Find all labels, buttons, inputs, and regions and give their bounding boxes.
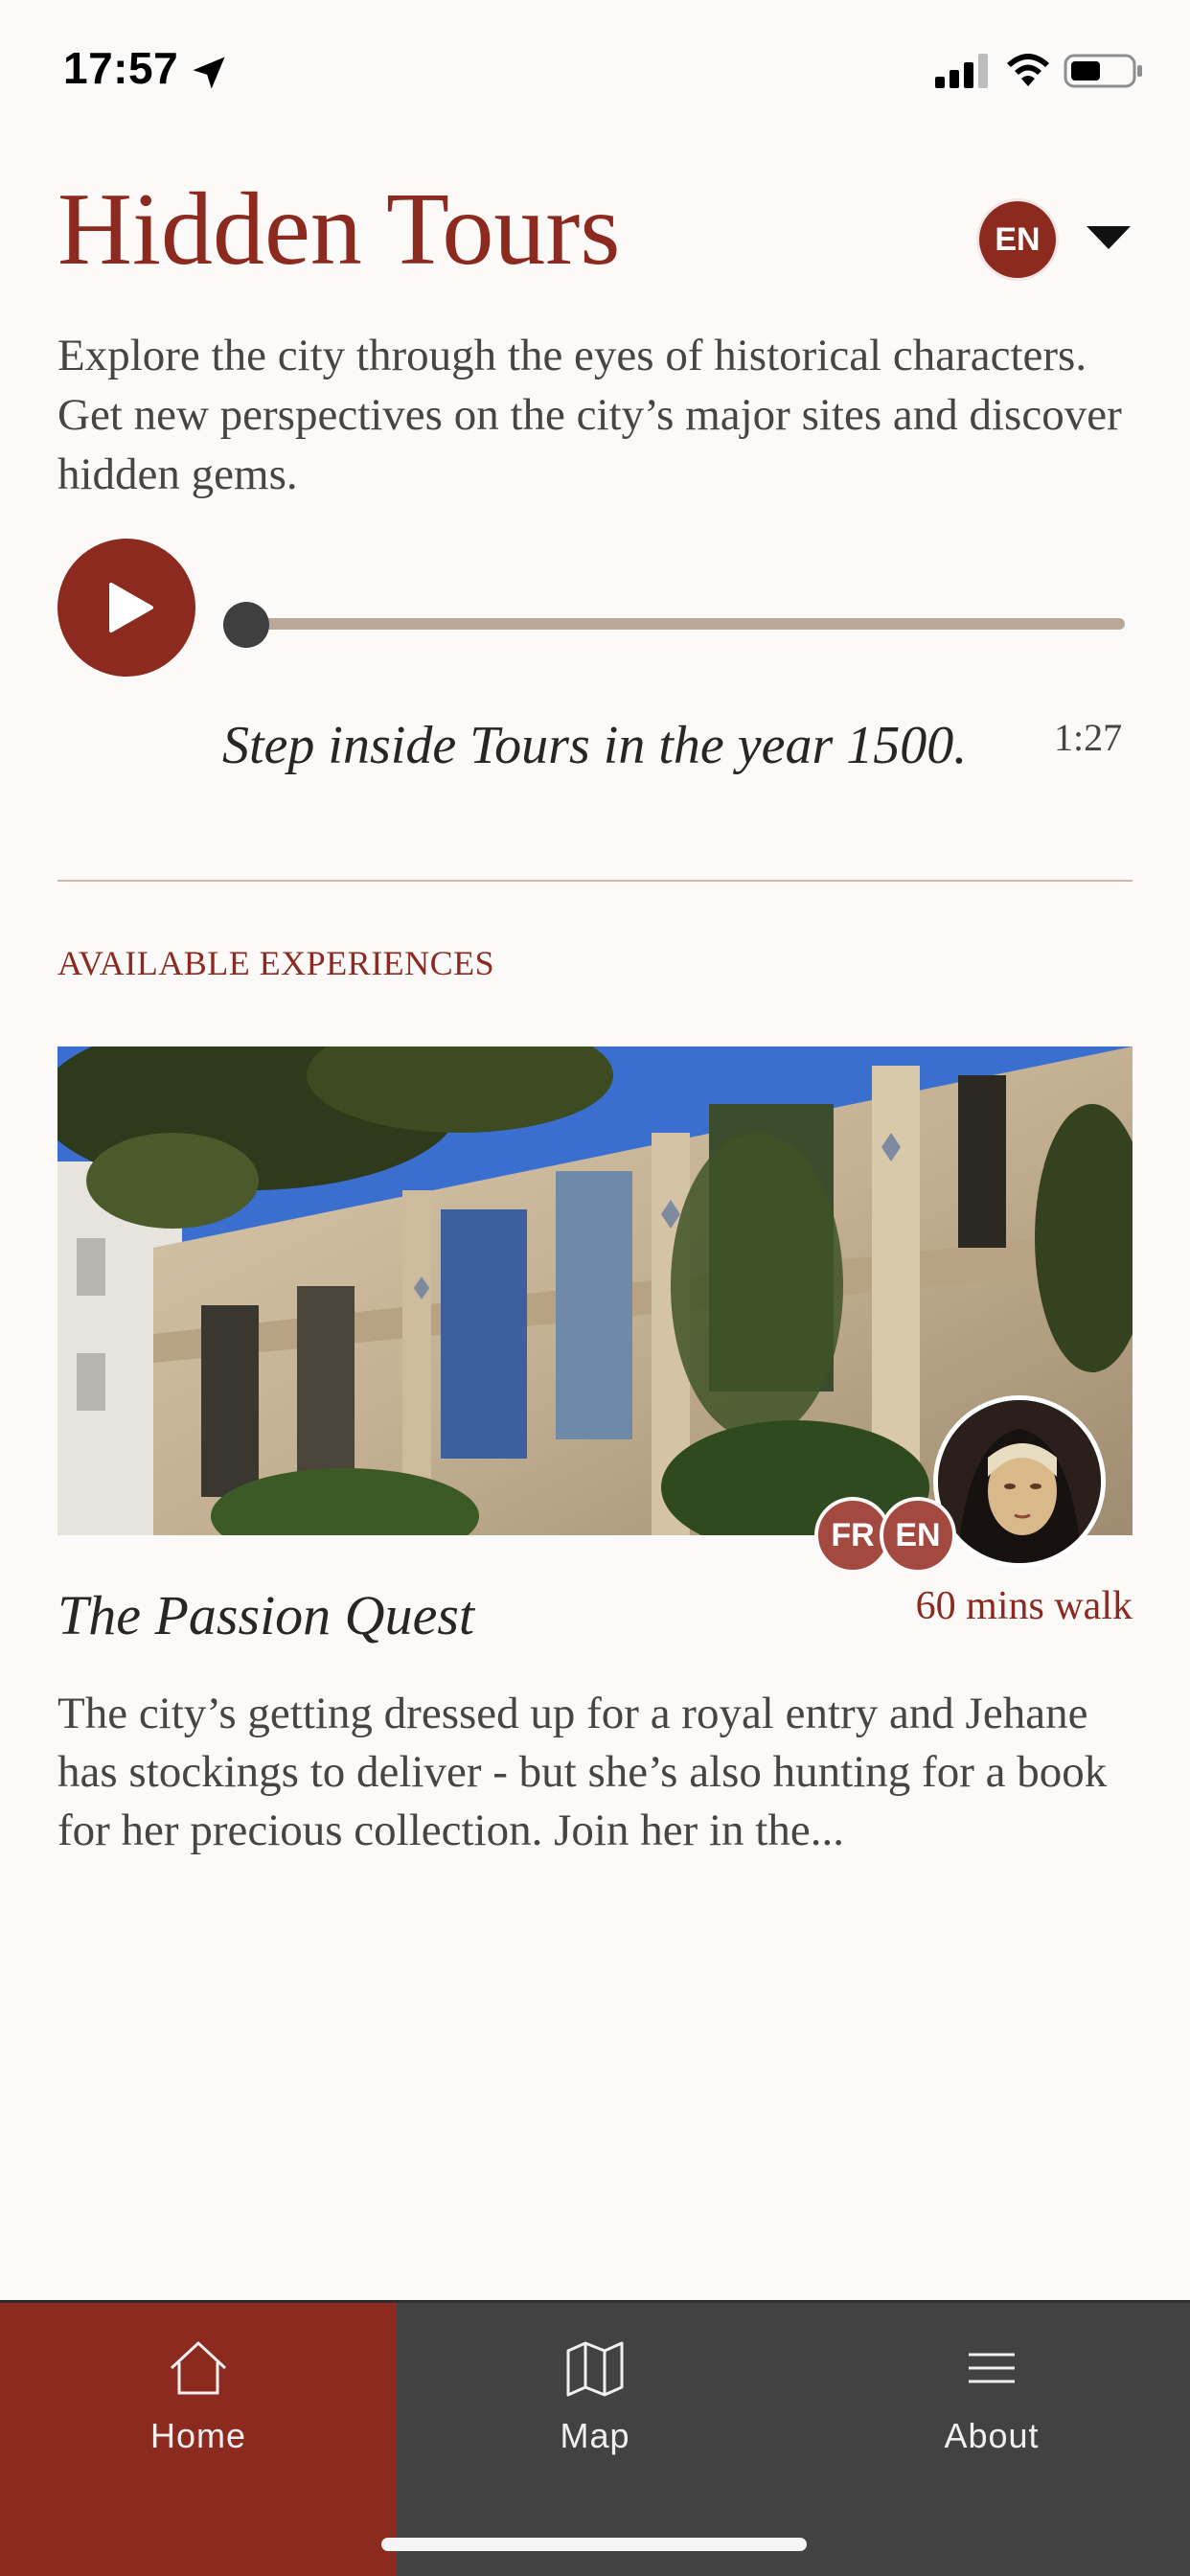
menu-icon xyxy=(969,2353,1015,2383)
character-portrait xyxy=(933,1395,1106,1568)
language-selector-badge[interactable]: EN xyxy=(979,201,1056,278)
home-icon xyxy=(170,2340,227,2395)
section-label: AVAILABLE EXPERIENCES xyxy=(57,944,495,982)
app-title: Hidden Tours xyxy=(57,172,621,287)
experience-title[interactable]: The Passion Quest xyxy=(57,1583,474,1647)
wifi-icon xyxy=(1007,54,1049,86)
map-icon xyxy=(566,2341,624,2397)
experience-card[interactable]: FR EN The Passion Quest 60 mins walk The… xyxy=(57,1046,1133,1890)
audio-duration: 1:27 xyxy=(1054,716,1123,759)
tab-bar: Home Map About xyxy=(0,2300,1190,2576)
audio-progress-thumb[interactable] xyxy=(223,602,269,648)
tab-map-label: Map xyxy=(560,2416,630,2455)
signal-icon xyxy=(935,54,988,88)
intro-text: Explore the city through the eyes of his… xyxy=(57,331,1122,499)
divider xyxy=(57,880,1133,882)
location-arrow-icon xyxy=(193,57,225,89)
language-chip-en: EN xyxy=(880,1497,956,1574)
play-button[interactable] xyxy=(57,539,195,677)
audio-caption: Step inside Tours in the year 1500. xyxy=(222,716,968,775)
status-time: 17:57 xyxy=(63,43,179,93)
battery-icon xyxy=(1064,54,1142,88)
portrait-image xyxy=(938,1400,1101,1563)
tab-map[interactable]: Map xyxy=(397,2303,793,2576)
tab-home[interactable]: Home xyxy=(0,2303,397,2576)
play-icon xyxy=(109,583,153,632)
tab-about-label: About xyxy=(944,2416,1040,2455)
experience-duration: 60 mins walk xyxy=(915,1584,1133,1628)
chevron-down-icon[interactable] xyxy=(1085,224,1133,251)
experience-description: The city’s getting dressed up for a roya… xyxy=(57,1689,1108,1855)
tab-about[interactable]: About xyxy=(793,2303,1190,2576)
status-bar: 17:57 xyxy=(0,0,1190,144)
home-indicator[interactable] xyxy=(381,2538,807,2551)
tab-home-label: Home xyxy=(149,2416,247,2455)
audio-progress-track[interactable] xyxy=(247,618,1125,630)
